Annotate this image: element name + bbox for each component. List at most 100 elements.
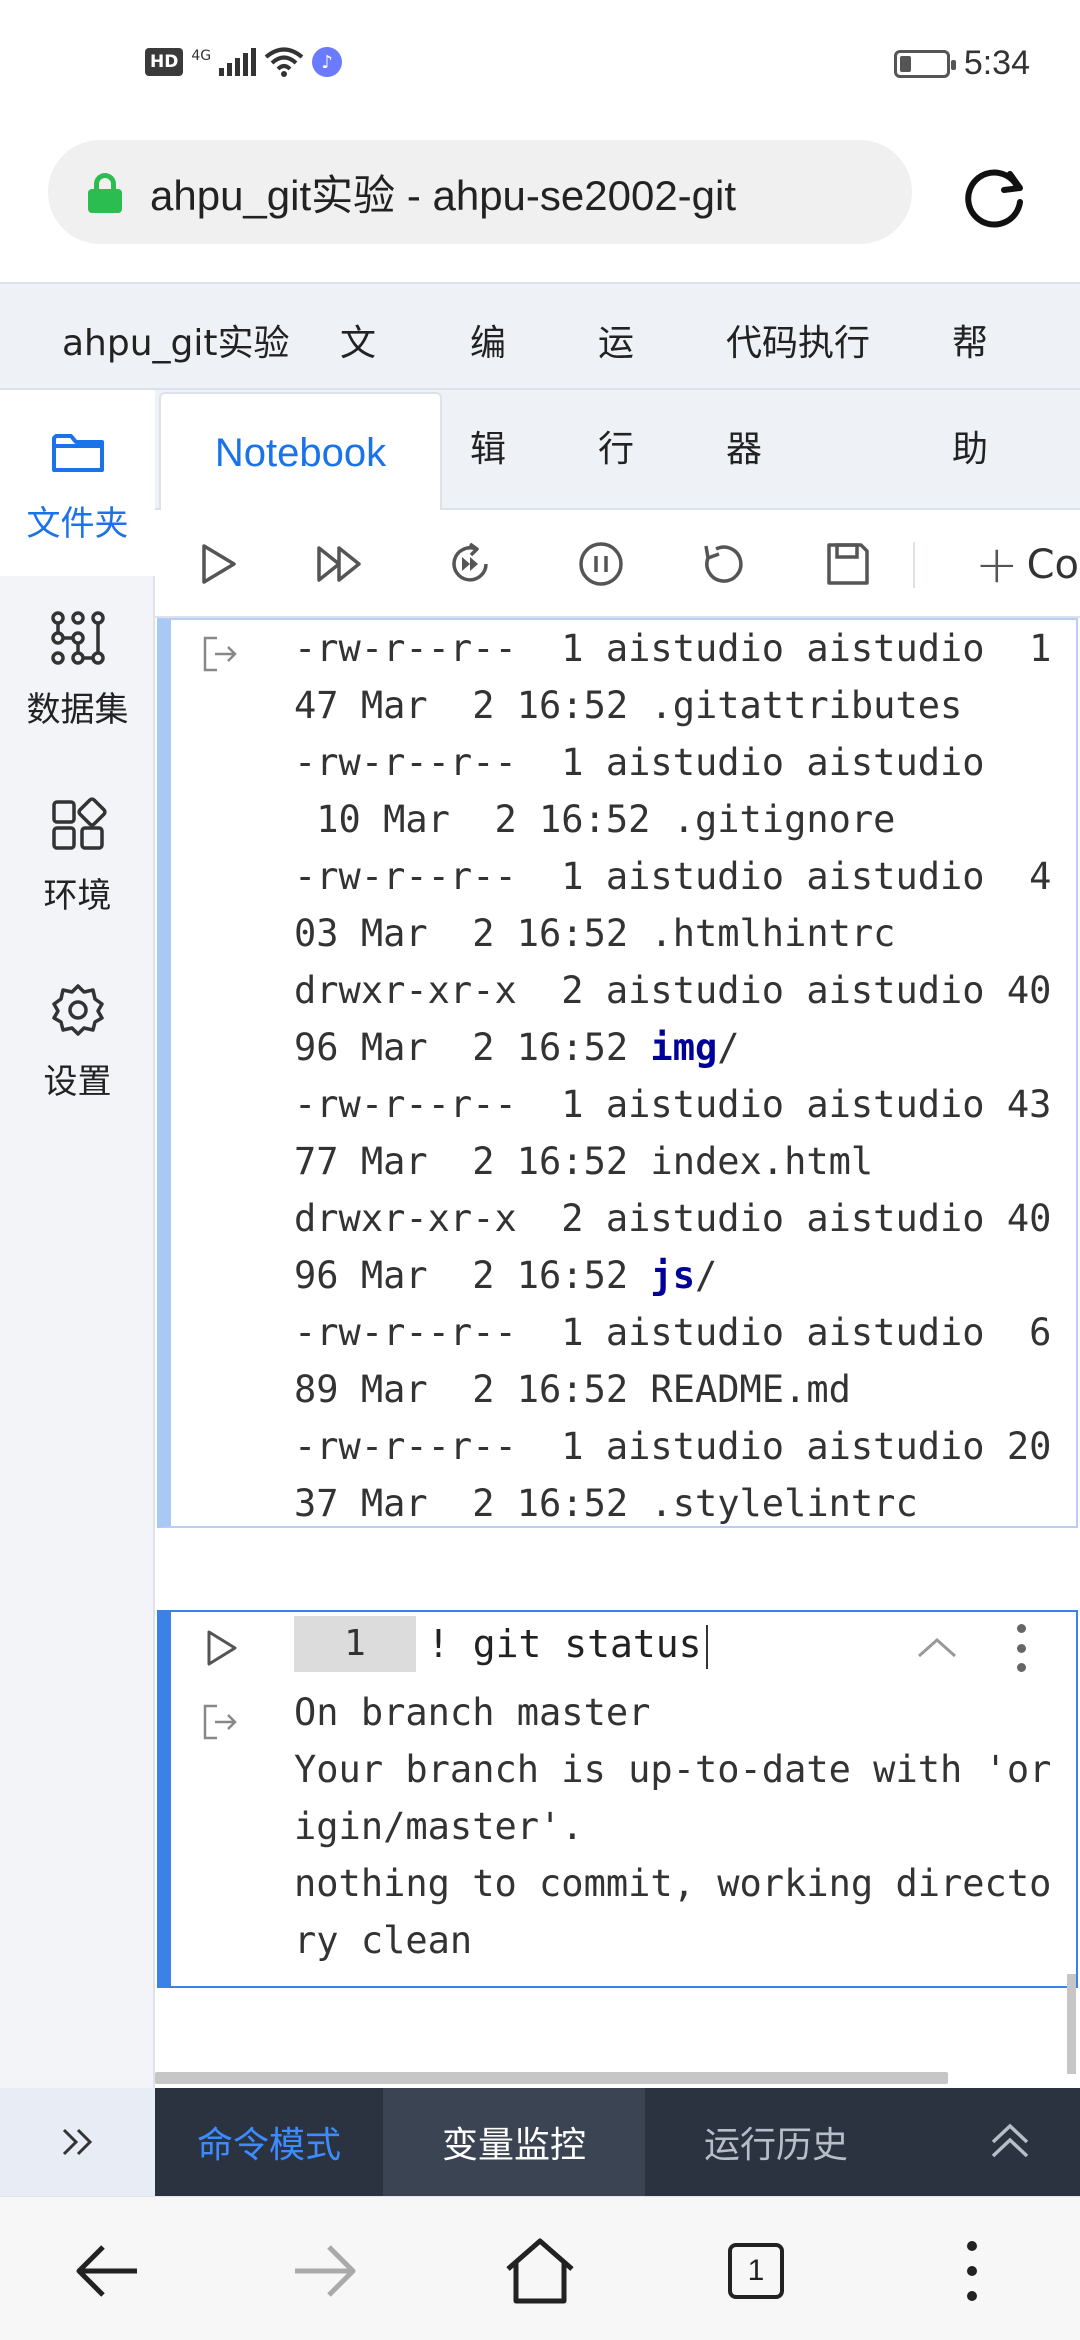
output-icon: [203, 636, 237, 672]
sidebar-item-folder[interactable]: 文件夹: [0, 390, 155, 576]
wifi-icon: [264, 47, 304, 77]
tab-notebook[interactable]: Notebook: [159, 392, 442, 512]
menu-file[interactable]: 文: [340, 314, 376, 366]
vertical-scrollbar[interactable]: [1067, 1974, 1076, 2074]
arrow-right-icon: [295, 2245, 356, 2297]
pause-icon: [579, 542, 623, 586]
bottom-panel-bar: 命令模式 变量监控 运行历史: [155, 2088, 1080, 2196]
music-icon: ♪: [312, 47, 343, 77]
expand-sidebar-button[interactable]: [0, 2088, 155, 2196]
output-icon: [203, 1704, 237, 1740]
output-line: 89 Mar 2 16:52 README.md: [294, 1368, 851, 1411]
cell-output: -rw-r--r-- 1 aistudio aistudio 1 47 Mar 2…: [294, 620, 1051, 1532]
add-code-cell-button[interactable]: + Coc: [975, 535, 1080, 595]
plus-icon: +: [975, 535, 1019, 595]
output-line: 37 Mar 2 16:52 .stylelintrc: [294, 1482, 918, 1525]
run-all-button[interactable]: [310, 534, 370, 594]
left-sidebar: 文件夹 数据集 环境 设置: [0, 390, 155, 2090]
output-line: On branch master: [294, 1691, 651, 1734]
tab-variable-monitor[interactable]: 变量监控: [383, 2088, 645, 2196]
restart-kernel-button[interactable]: [692, 534, 752, 594]
tabs-count: 1: [728, 2243, 784, 2299]
output-line: ry clean: [294, 1919, 473, 1962]
output-line: 03 Mar 2 16:52 .htmlhintrc: [294, 912, 896, 955]
output-line: 96 Mar 2 16:52 img/: [294, 1026, 740, 1069]
tab-command-mode[interactable]: 命令模式: [155, 2088, 383, 2196]
notebook-toolbar: + Coc: [155, 510, 1080, 618]
browser-menu-button[interactable]: [934, 2233, 1010, 2309]
add-code-label: Coc: [1026, 542, 1080, 588]
output-line: -rw-r--r-- 1 aistudio aistudio 1: [294, 627, 1052, 670]
sidebar-item-settings[interactable]: 设置: [0, 948, 155, 1134]
status-icons-right: 5:34: [893, 44, 1030, 83]
output-line: -rw-r--r-- 1 aistudio aistudio 20: [294, 1425, 1052, 1468]
folder-icon: [51, 433, 104, 472]
menu-run[interactable]: 运: [598, 314, 634, 366]
code-cell[interactable]: 1 ! git status On branch master Your bran…: [157, 1610, 1078, 1988]
lock-icon: [88, 173, 122, 213]
output-line: drwxr-xr-x 2 aistudio aistudio 40: [294, 1197, 1052, 1240]
text-cursor: [705, 1624, 708, 1669]
code-editor[interactable]: ! git status: [427, 1616, 708, 1672]
sidebar-item-label: 文件夹: [26, 503, 129, 544]
network-type: 4G: [191, 48, 212, 64]
settings-icon: [51, 983, 104, 1036]
sidebar-item-dataset[interactable]: 数据集: [0, 576, 155, 762]
sidebar-item-label: 数据集: [26, 689, 129, 730]
output-line: -rw-r--r-- 1 aistudio aistudio 4: [294, 855, 1052, 898]
double-chevron-right-icon: [62, 2128, 92, 2156]
output-line: 47 Mar 2 16:52 .gitattributes: [294, 684, 963, 727]
code-text: ! git status: [427, 1622, 702, 1666]
menu-help[interactable]: 帮: [952, 314, 988, 366]
output-line: nothing to commit, working directo: [294, 1862, 1052, 1905]
arrow-left-icon: [76, 2245, 137, 2297]
run-cell-button[interactable]: [188, 534, 248, 594]
output-line: drwxr-xr-x 2 aistudio aistudio 40: [294, 969, 1052, 1012]
fast-forward-icon: [317, 546, 361, 582]
save-button[interactable]: [818, 534, 878, 594]
restart-run-icon: [452, 542, 488, 582]
horizontal-scrollbar[interactable]: [155, 2072, 948, 2084]
double-chevron-up-icon[interactable]: [985, 2116, 1035, 2166]
more-vertical-icon: [967, 2241, 977, 2301]
reload-icon[interactable]: [960, 160, 1030, 230]
menu-bar: ahpu_git实验 文 编 运 代码执行 帮: [0, 282, 1080, 390]
directory-name: js: [650, 1254, 695, 1297]
output-line: -rw-r--r-- 1 aistudio aistudio 43: [294, 1083, 1052, 1126]
tabs-button[interactable]: 1: [718, 2233, 794, 2309]
menu-edit-cont[interactable]: 辑: [470, 420, 506, 472]
address-bar[interactable]: ahpu_git实验 - ahpu-se2002-git: [48, 140, 912, 244]
notebook-content[interactable]: -rw-r--r-- 1 aistudio aistudio 1 47 Mar 2…: [155, 618, 1080, 2088]
signal-icon: [219, 48, 257, 76]
output-line: Your branch is up-to-date with 'or: [294, 1748, 1052, 1791]
restart-run-all-button[interactable]: [440, 534, 500, 594]
menu-help-cont[interactable]: 助: [952, 420, 988, 472]
menu-run-cont[interactable]: 行: [598, 420, 634, 472]
output-cell[interactable]: -rw-r--r-- 1 aistudio aistudio 1 47 Mar 2…: [157, 618, 1078, 1528]
back-button[interactable]: [70, 2233, 146, 2309]
sidebar-item-label: 环境: [43, 875, 112, 916]
play-icon: [202, 544, 236, 584]
tab-row: Notebook 辑 行 器 助: [155, 390, 1080, 512]
directory-name: img: [650, 1026, 718, 1069]
sidebar-item-label: 设置: [43, 1061, 112, 1102]
home-button[interactable]: [502, 2233, 578, 2309]
menu-code-exec[interactable]: 代码执行: [726, 314, 870, 366]
tab-variable-monitor-label: 变量监控: [441, 2125, 586, 2166]
cell-output: On branch master Your branch is up-to-dat…: [294, 1684, 1051, 1969]
save-icon: [827, 543, 869, 585]
tab-run-history[interactable]: 运行历史: [645, 2088, 907, 2196]
run-cell-icon[interactable]: [201, 1628, 241, 1668]
sidebar-item-environment[interactable]: 环境: [0, 762, 155, 948]
output-line: igin/master'.: [294, 1805, 584, 1848]
menu-code-exec-cont[interactable]: 器: [726, 420, 762, 472]
toolbar-divider: [913, 542, 915, 588]
output-line: -rw-r--r-- 1 aistudio aistudio: [294, 741, 1007, 784]
hd-badge: HD: [145, 48, 184, 76]
menu-edit[interactable]: 编: [470, 314, 506, 366]
dataset-icon: [50, 610, 105, 665]
forward-button[interactable]: [286, 2233, 362, 2309]
interrupt-button[interactable]: [571, 534, 631, 594]
more-options-icon[interactable]: [1011, 1624, 1031, 1672]
chevron-up-icon[interactable]: [915, 1632, 959, 1662]
